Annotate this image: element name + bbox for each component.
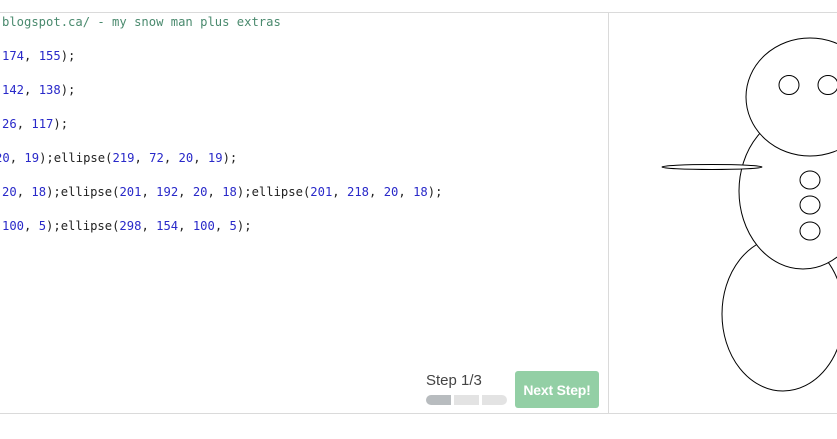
code-token: ,: [16, 117, 32, 131]
code-number-token: 20: [383, 185, 399, 199]
code-token: ,: [16, 185, 32, 199]
code-comment-token: blogspot.ca/ - my snow man plus extras: [2, 15, 281, 29]
snowman-drawing: [661, 37, 837, 392]
code-number-token: 174: [2, 49, 25, 63]
code-number-token: 201: [119, 185, 142, 199]
code-number-token: 19: [24, 151, 40, 165]
bottom-divider: [0, 413, 837, 414]
code-token: ,: [178, 185, 193, 199]
code-token: ,: [24, 83, 39, 97]
code-number-token: 20: [0, 151, 10, 165]
code-token: );ellipse(: [46, 219, 120, 233]
code-number-token: 219: [112, 151, 135, 165]
code-token: );: [222, 151, 238, 165]
code-line: 20, 18);ellipse(201, 192, 20, 18);ellips…: [2, 184, 442, 200]
code-token: ,: [214, 219, 230, 233]
code-number-token: 155: [38, 49, 61, 63]
code-line: 20, 19);ellipse(219, 72, 20, 19);: [0, 150, 237, 166]
code-number-token: 138: [38, 83, 61, 97]
code-token: ,: [193, 151, 208, 165]
code-token: );ellipse(: [46, 185, 120, 199]
code-token: );: [236, 219, 252, 233]
code-editor[interactable]: blogspot.ca/ - my snow man plus extras 17…: [0, 13, 608, 364]
output-canvas[interactable]: [609, 13, 837, 413]
code-number-token: 26: [2, 117, 17, 131]
code-token: ,: [24, 219, 39, 233]
step-indicator-label: Step 1/3: [426, 372, 482, 389]
code-token: );ellipse(: [39, 151, 113, 165]
snowman-button-2: [799, 195, 821, 215]
next-step-button[interactable]: Next Step!: [515, 371, 599, 408]
code-token: ,: [141, 185, 157, 199]
code-line: blogspot.ca/ - my snow man plus extras: [2, 14, 281, 30]
code-number-token: 218: [346, 185, 369, 199]
code-number-token: 100: [2, 219, 25, 233]
snowman-button-1: [799, 170, 821, 190]
code-number-token: 18: [222, 185, 237, 199]
code-number-token: 20: [192, 185, 208, 199]
code-token: ,: [332, 185, 347, 199]
code-token: ,: [24, 49, 39, 63]
code-token: ,: [398, 185, 414, 199]
code-token: );: [53, 117, 69, 131]
snowman-eye-left: [778, 75, 800, 95]
code-token: ,: [178, 219, 193, 233]
code-number-token: 18: [413, 185, 428, 199]
code-number-token: 298: [119, 219, 142, 233]
code-number-token: 72: [149, 151, 164, 165]
code-line: 26, 117);: [2, 116, 68, 132]
step-segment-2: [454, 395, 479, 405]
code-number-token: 5: [38, 219, 47, 233]
code-token: );: [60, 83, 76, 97]
code-token: ,: [9, 151, 25, 165]
code-line: 100, 5);ellipse(298, 154, 100, 5);: [2, 218, 252, 234]
code-number-token: 5: [229, 219, 237, 233]
code-number-token: 154: [156, 219, 179, 233]
code-token: );ellipse(: [236, 185, 311, 199]
code-number-token: 117: [31, 117, 54, 131]
snowman-arm: [661, 164, 763, 170]
code-number-token: 142: [2, 83, 25, 97]
step-segment-3: [482, 395, 507, 405]
code-number-token: 19: [207, 151, 223, 165]
code-line: 142, 138);: [2, 82, 75, 98]
code-token: );: [60, 49, 76, 63]
code-number-token: 20: [178, 151, 194, 165]
snowman-button-3: [799, 221, 821, 241]
code-token: ,: [134, 151, 150, 165]
code-token: ,: [207, 185, 223, 199]
code-token: );: [427, 185, 443, 199]
code-number-token: 192: [156, 185, 179, 199]
code-number-token: 201: [310, 185, 333, 199]
code-token: ,: [141, 219, 157, 233]
step-segment-1: [426, 395, 451, 405]
code-number-token: 20: [2, 185, 17, 199]
snowman-eye-right: [817, 75, 837, 95]
code-number-token: 100: [192, 219, 215, 233]
code-number-token: 18: [31, 185, 47, 199]
code-line: 174, 155);: [2, 48, 75, 64]
code-token: ,: [163, 151, 179, 165]
code-token: ,: [369, 185, 384, 199]
